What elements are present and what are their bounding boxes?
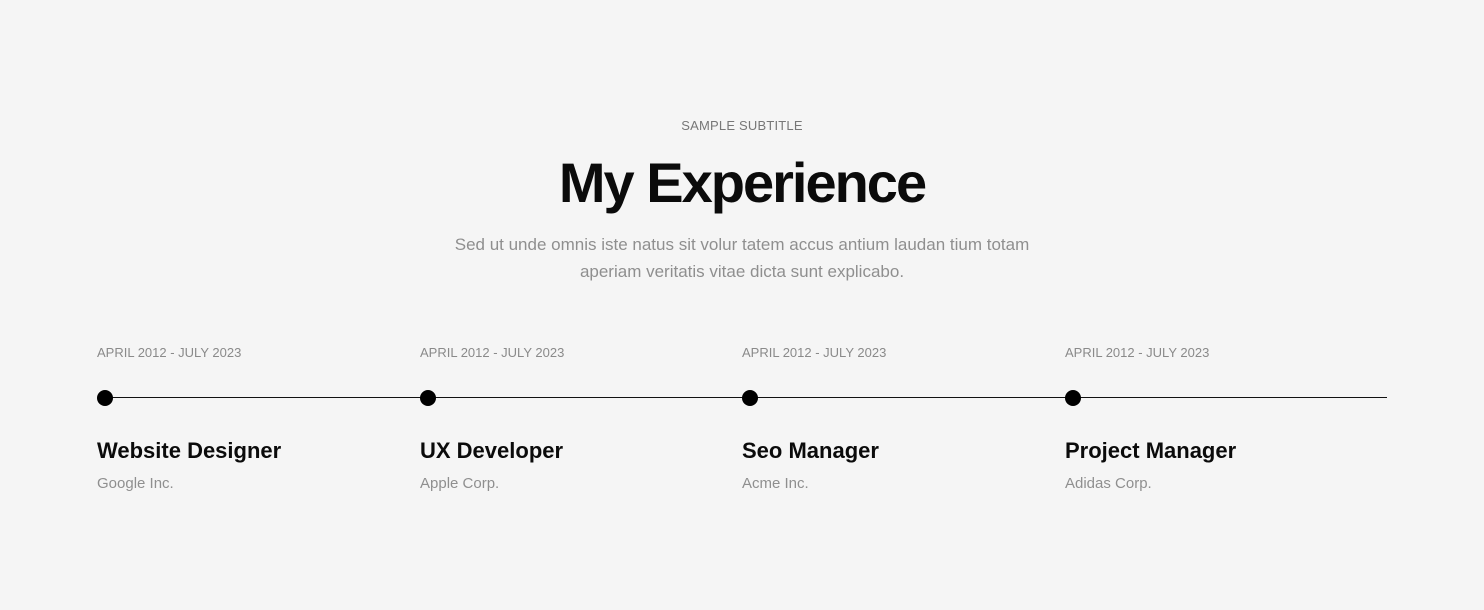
- timeline-item-1: APRIL 2012 - JULY 2023 Website Designer …: [97, 0, 397, 610]
- timeline-date: APRIL 2012 - JULY 2023: [742, 345, 887, 360]
- timeline-dot-icon: [1065, 390, 1081, 406]
- timeline-role: UX Developer: [420, 438, 564, 463]
- timeline-item-4: APRIL 2012 - JULY 2023 Project Manager A…: [1065, 0, 1365, 610]
- timeline-dot-icon: [420, 390, 436, 406]
- timeline-role: Project Manager: [1065, 438, 1237, 463]
- timeline-item-3: APRIL 2012 - JULY 2023 Seo Manager Acme …: [742, 0, 1042, 610]
- timeline-date: APRIL 2012 - JULY 2023: [97, 345, 242, 360]
- timeline-company: Google Inc.: [97, 475, 174, 492]
- experience-section: SAMPLE SUBTITLE My Experience Sed ut und…: [0, 0, 1484, 610]
- timeline-date: APRIL 2012 - JULY 2023: [1065, 345, 1210, 360]
- timeline-company: Adidas Corp.: [1065, 475, 1152, 492]
- timeline-dot-icon: [97, 390, 113, 406]
- timeline-date: APRIL 2012 - JULY 2023: [420, 345, 565, 360]
- timeline-role: Website Designer: [97, 438, 282, 463]
- experience-timeline: APRIL 2012 - JULY 2023 Website Designer …: [97, 0, 1387, 610]
- timeline-dot-icon: [742, 390, 758, 406]
- timeline-role: Seo Manager: [742, 438, 879, 463]
- timeline-company: Acme Inc.: [742, 475, 809, 492]
- timeline-company: Apple Corp.: [420, 475, 500, 492]
- timeline-item-2: APRIL 2012 - JULY 2023 UX Developer Appl…: [420, 0, 720, 610]
